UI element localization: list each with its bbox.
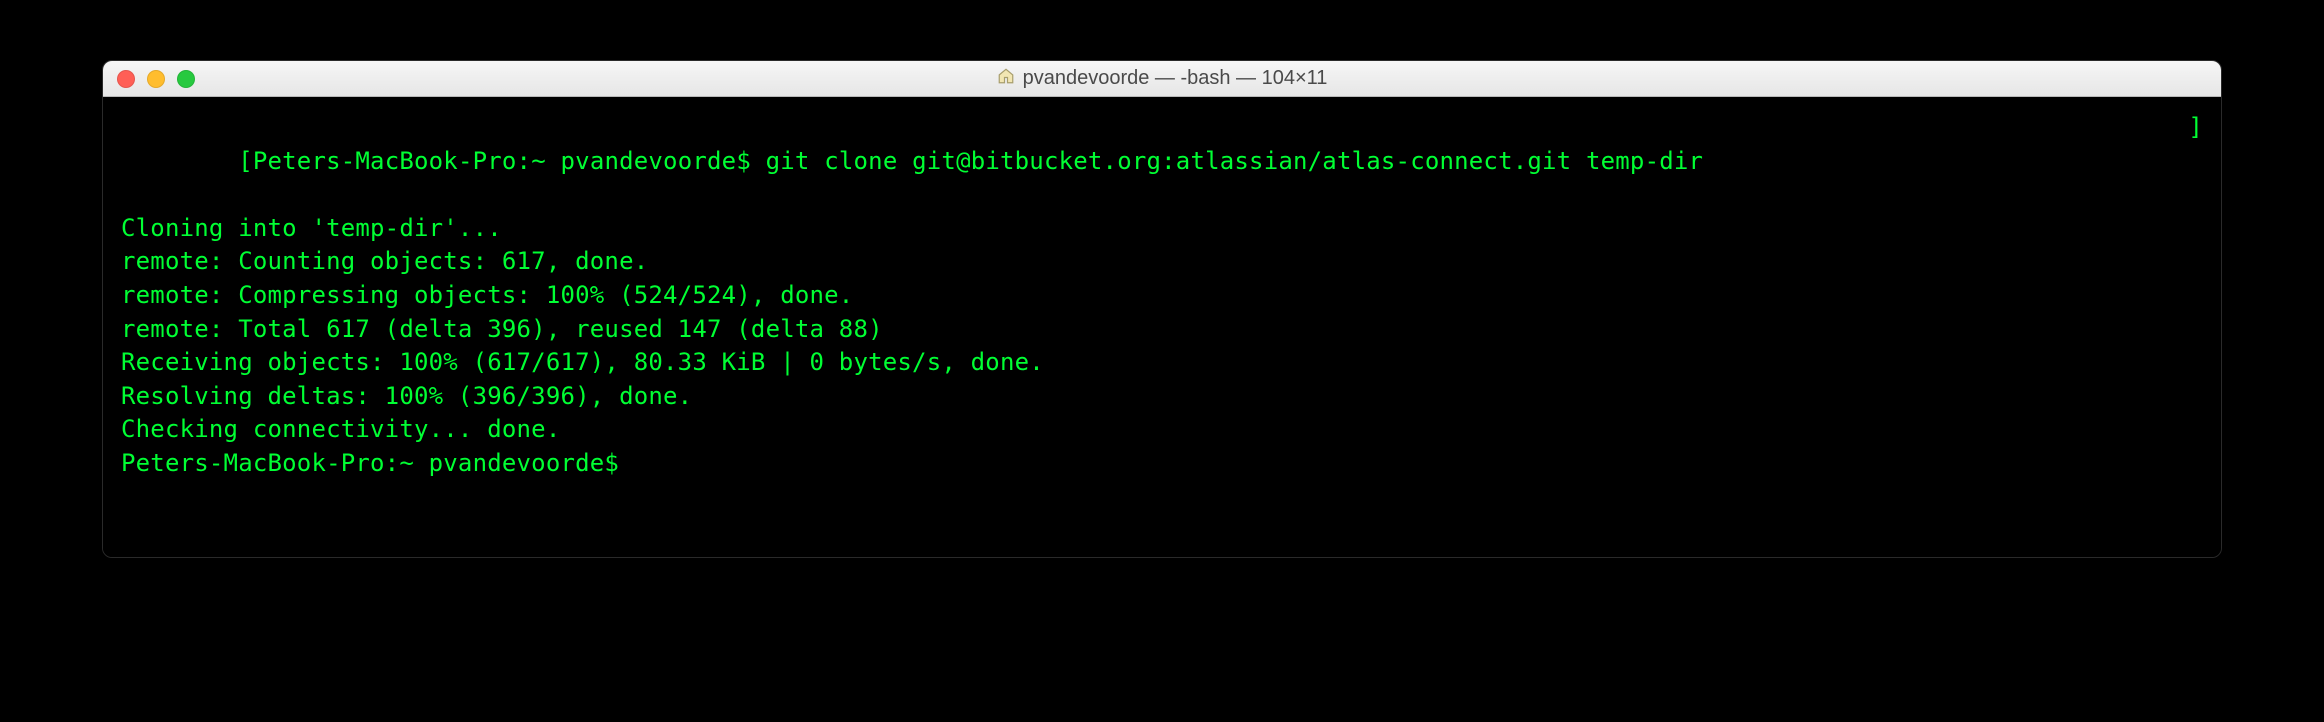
close-button[interactable]: [117, 70, 135, 88]
home-icon: [997, 67, 1015, 90]
traffic-lights: [117, 70, 195, 88]
output-line: Resolving deltas: 100% (396/396), done.: [121, 380, 2203, 414]
output-line: remote: Total 617 (delta 396), reused 14…: [121, 313, 2203, 347]
title-text-wrap: pvandevoorde — -bash — 104×11: [103, 67, 2221, 90]
output-line: Cloning into 'temp-dir'...: [121, 212, 2203, 246]
prompt-dollar: $: [736, 147, 751, 175]
open-bracket: [: [238, 147, 253, 175]
terminal-window: pvandevoorde — -bash — 104×11 [Peters-Ma…: [102, 60, 2222, 558]
command-line-2: Peters-MacBook-Pro:~ pvandevoorde$: [121, 447, 2203, 481]
output-line: remote: Counting objects: 617, done.: [121, 245, 2203, 279]
close-bracket: ]: [2188, 111, 2203, 212]
output-line: Receiving objects: 100% (617/617), 80.33…: [121, 346, 2203, 380]
command-text: git clone git@bitbucket.org:atlassian/at…: [766, 147, 1704, 175]
terminal-body[interactable]: [Peters-MacBook-Pro:~ pvandevoorde$ git …: [103, 97, 2221, 557]
output-line: remote: Compressing objects: 100% (524/5…: [121, 279, 2203, 313]
prompt-path: ~: [531, 147, 546, 175]
command-line-1: [Peters-MacBook-Pro:~ pvandevoorde$ git …: [121, 111, 2203, 212]
minimize-button[interactable]: [147, 70, 165, 88]
maximize-button[interactable]: [177, 70, 195, 88]
prompt-user: pvandevoorde: [561, 147, 737, 175]
prompt-sep: :: [517, 147, 532, 175]
window-title: pvandevoorde — -bash — 104×11: [1023, 67, 1328, 90]
output-line: Checking connectivity... done.: [121, 413, 2203, 447]
prompt-host: Peters-MacBook-Pro: [253, 147, 517, 175]
title-bar: pvandevoorde — -bash — 104×11: [103, 61, 2221, 97]
prompt-full: Peters-MacBook-Pro:~ pvandevoorde$: [121, 449, 634, 477]
cursor: [634, 451, 648, 477]
